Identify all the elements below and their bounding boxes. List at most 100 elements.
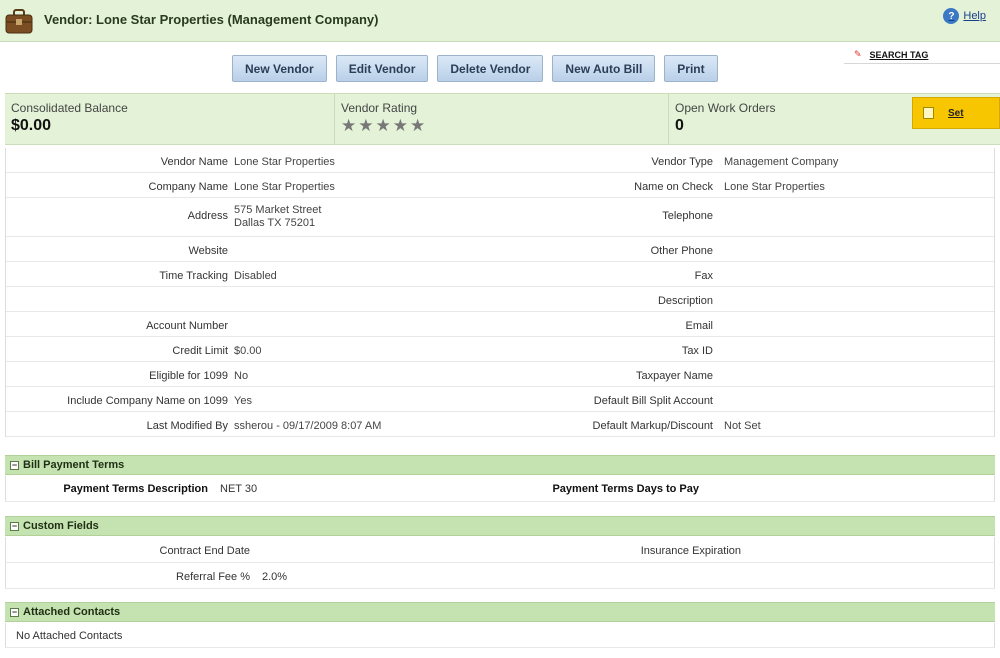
collapse-icon[interactable]: − xyxy=(10,607,19,617)
set-label[interactable]: Set xyxy=(948,108,964,119)
detail-label: Fax xyxy=(694,270,713,282)
summary-band: Consolidated Balance $0.00 Vendor Rating… xyxy=(5,93,1000,145)
detail-label: Default Bill Split Account xyxy=(593,395,713,407)
note-icon xyxy=(923,107,934,119)
detail-label: Include Company Name on 1099 xyxy=(67,395,228,407)
set-button[interactable]: Set xyxy=(912,97,1000,129)
detail-row: Time Tracking Disabled Fax xyxy=(6,262,994,287)
no-contacts-text: No Attached Contacts xyxy=(16,630,123,642)
detail-row: Account Number Email xyxy=(6,312,994,337)
detail-value: No xyxy=(234,370,249,382)
section-title: Bill Payment Terms xyxy=(23,459,125,471)
address-value: 575 Market Street Dallas TX 75201 xyxy=(234,204,321,230)
insurance-expiration-label: Insurance Expiration xyxy=(640,545,741,557)
print-button[interactable]: Print xyxy=(664,55,718,82)
bill-payment-terms-header[interactable]: − Bill Payment Terms xyxy=(5,455,995,475)
detail-row: Include Company Name on 1099 Yes Default… xyxy=(6,387,994,412)
detail-label: Tax ID xyxy=(681,345,713,357)
detail-label: Taxpayer Name xyxy=(635,370,713,382)
delete-vendor-button[interactable]: Delete Vendor xyxy=(437,55,544,82)
vendor-rating: Vendor Rating ★ ★ ★ ★ ★ xyxy=(335,94,669,144)
star-icon[interactable]: ★ xyxy=(393,117,408,135)
rating-label: Vendor Rating xyxy=(341,101,418,115)
detail-label: Eligible for 1099 xyxy=(149,370,228,382)
edit-vendor-button[interactable]: Edit Vendor xyxy=(335,55,429,82)
detail-label: Account Number xyxy=(146,320,228,332)
contract-end-label: Contract End Date xyxy=(159,545,251,557)
balance-label: Consolidated Balance xyxy=(11,101,128,115)
detail-row: Website Other Phone xyxy=(6,237,994,262)
detail-label: Email xyxy=(685,320,713,332)
detail-value: Disabled xyxy=(234,270,277,282)
detail-value: Lone Star Properties xyxy=(234,181,335,193)
work-orders-value: 0 xyxy=(675,117,684,134)
balance-value: $0.00 xyxy=(11,117,52,134)
detail-label: Last Modified By xyxy=(146,420,228,432)
detail-row: Company Name Lone Star Properties Name o… xyxy=(6,173,994,198)
help-label[interactable]: Help xyxy=(963,10,986,22)
referral-fee-label: Referral Fee % xyxy=(176,571,250,583)
custom-fields-row: Contract End Date Insurance Expiration xyxy=(5,537,995,563)
detail-label: Vendor Name xyxy=(160,156,228,168)
star-icon[interactable]: ★ xyxy=(410,117,425,135)
detail-label: Name on Check xyxy=(634,181,713,193)
bill-payment-row: Payment Terms Description NET 30 Payment… xyxy=(5,476,995,502)
detail-row: Vendor Name Lone Star Properties Vendor … xyxy=(6,148,994,173)
payment-terms-desc-value: NET 30 xyxy=(220,483,258,495)
address-line-2: Dallas TX 75201 xyxy=(234,217,316,229)
referral-fee-value: 2.0% xyxy=(262,571,288,583)
page-title: Vendor: Lone Star Properties (Management… xyxy=(44,12,379,27)
detail-label: Company Name xyxy=(148,181,228,193)
detail-row: Eligible for 1099 No Taxpayer Name xyxy=(6,362,994,387)
attached-contacts-header[interactable]: − Attached Contacts xyxy=(5,602,995,622)
detail-label: Address xyxy=(187,210,228,222)
detail-value: Management Company xyxy=(724,156,839,168)
open-work-orders: Open Work Orders 0 xyxy=(669,94,910,144)
detail-value: $0.00 xyxy=(234,345,262,357)
new-auto-bill-button[interactable]: New Auto Bill xyxy=(552,55,656,82)
detail-row: Credit Limit $0.00 Tax ID xyxy=(6,337,994,362)
detail-row: Address 575 Market Street Dallas TX 7520… xyxy=(6,198,994,237)
attached-contacts-row: No Attached Contacts xyxy=(5,623,995,648)
detail-label: Default Markup/Discount xyxy=(592,420,713,432)
rating-stars[interactable]: ★ ★ ★ ★ ★ xyxy=(341,117,662,135)
star-icon[interactable]: ★ xyxy=(341,117,356,135)
custom-fields-header[interactable]: − Custom Fields xyxy=(5,516,995,536)
detail-label: Credit Limit xyxy=(172,345,228,357)
custom-fields-row: Referral Fee % 2.0% xyxy=(5,563,995,589)
detail-value: ssherou - 09/17/2009 8:07 AM xyxy=(234,420,382,432)
new-vendor-button[interactable]: New Vendor xyxy=(232,55,327,82)
detail-label: Telephone xyxy=(662,210,713,222)
tag-icon: ✎ xyxy=(854,49,862,59)
help-link[interactable]: ? Help xyxy=(943,8,986,24)
detail-label: Vendor Type xyxy=(651,156,713,168)
toolbar: New Vendor Edit Vendor Delete Vendor New… xyxy=(232,55,718,82)
payment-terms-desc-label: Payment Terms Description xyxy=(63,483,208,495)
detail-value: Yes xyxy=(234,395,252,407)
consolidated-balance: Consolidated Balance $0.00 xyxy=(5,94,335,144)
vendor-details: Vendor Name Lone Star Properties Vendor … xyxy=(5,148,995,437)
section-title: Attached Contacts xyxy=(23,606,121,618)
detail-label: Website xyxy=(188,245,228,257)
collapse-icon[interactable]: − xyxy=(10,460,19,470)
collapse-icon[interactable]: − xyxy=(10,521,19,531)
question-icon[interactable]: ? xyxy=(943,8,960,24)
detail-label: Description xyxy=(657,295,713,307)
search-tag-label[interactable]: SEARCH TAG xyxy=(870,50,929,60)
briefcase-icon xyxy=(5,9,33,34)
payment-terms-days-label: Payment Terms Days to Pay xyxy=(552,483,699,495)
detail-row: Last Modified By ssherou - 09/17/2009 8:… xyxy=(6,412,994,437)
address-line-1: 575 Market Street xyxy=(234,204,322,216)
detail-row: Description xyxy=(6,287,994,312)
star-icon[interactable]: ★ xyxy=(376,117,391,135)
detail-label: Time Tracking xyxy=(159,270,228,282)
detail-value: Not Set xyxy=(724,420,761,432)
star-icon[interactable]: ★ xyxy=(358,117,373,135)
detail-value: Lone Star Properties xyxy=(724,181,825,193)
section-title: Custom Fields xyxy=(23,520,99,532)
page-header: Vendor: Lone Star Properties (Management… xyxy=(0,0,1000,42)
detail-label: Other Phone xyxy=(650,245,713,257)
detail-value: Lone Star Properties xyxy=(234,156,335,168)
work-orders-label: Open Work Orders xyxy=(675,101,776,115)
search-tag-link[interactable]: ✎ SEARCH TAG xyxy=(844,46,1000,64)
